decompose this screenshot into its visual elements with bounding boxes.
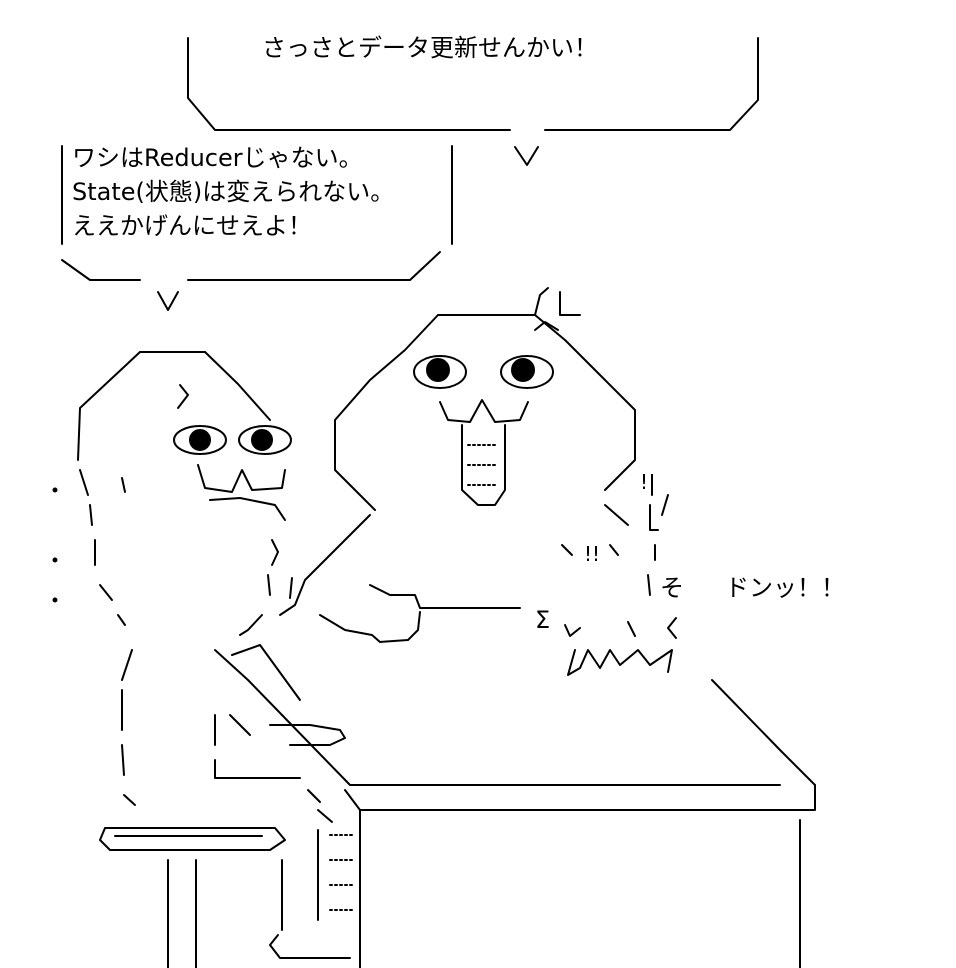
stool (99, 827, 286, 968)
speech-left-line-1: ワシはReducerじゃない。 (72, 144, 363, 172)
speech-left-line-3: ええかげんにせえよ！ (72, 212, 312, 240)
sfx-exclaim-2: !! (640, 470, 657, 494)
aa-canvas: さっさとデータ更新せんかい！ ワシはReducerじゃない。 State(状態)… (0, 0, 956, 968)
sfx-so: そ (660, 574, 684, 602)
sfx-exclaim: !! (584, 542, 601, 566)
speech-left-line-2: State(状態)は変えられない。 (72, 178, 395, 206)
left-character (52, 351, 293, 806)
speech-top-text: さっさとデータ更新せんかい！ (262, 34, 598, 62)
sfx-don: ドンッ！！ (725, 574, 845, 602)
sfx-sigma: Σ (535, 606, 551, 634)
arm-on-desk (214, 644, 346, 823)
right-character (279, 287, 677, 676)
desk (269, 679, 816, 968)
